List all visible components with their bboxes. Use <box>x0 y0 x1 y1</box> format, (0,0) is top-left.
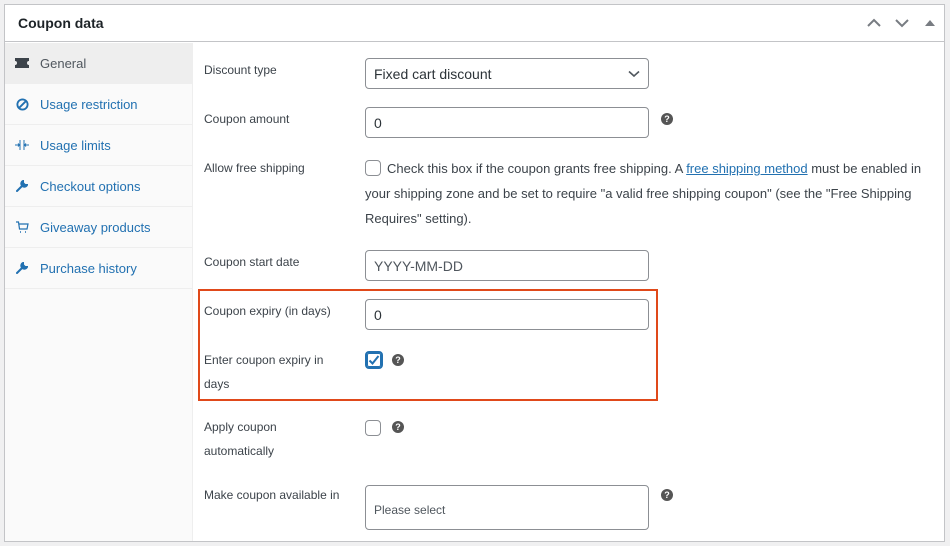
enter-expiry-days-label: Enter coupon expiry in days <box>204 353 324 391</box>
triangle-up-icon <box>925 20 935 26</box>
help-icon[interactable]: ? <box>661 113 673 125</box>
coupon-amount-value: 0 <box>374 114 382 131</box>
tab-label: Giveaway products <box>40 219 151 235</box>
available-in-select[interactable]: Please select <box>365 485 649 530</box>
expiry-days-value: 0 <box>374 306 382 323</box>
start-date-label: Coupon start date <box>204 255 300 269</box>
description-text: Check this box if the coupon grants free… <box>387 161 687 176</box>
chevron-down-icon <box>895 19 909 28</box>
panel-header: Coupon data <box>5 5 944 42</box>
tab-label: Purchase history <box>40 260 137 276</box>
cart-icon <box>14 219 30 235</box>
free-shipping-method-link[interactable]: free shipping method <box>686 161 807 176</box>
wrench-icon <box>14 178 30 194</box>
start-date-input[interactable]: YYYY-MM-DD <box>365 250 649 281</box>
tab-label: Usage limits <box>40 137 111 153</box>
expiry-days-label: Coupon expiry (in days) <box>204 304 331 318</box>
help-icon[interactable]: ? <box>392 421 404 433</box>
help-icon[interactable]: ? <box>392 354 404 366</box>
free-shipping-description: Check this box if the coupon grants free… <box>365 156 925 231</box>
ban-icon <box>14 96 30 112</box>
tab-usage-limits[interactable]: Usage limits <box>5 125 192 166</box>
apply-automatically-label: Apply coupon automatically <box>204 420 277 458</box>
limits-icon <box>14 137 30 153</box>
coupon-amount-label: Coupon amount <box>204 112 290 126</box>
move-down-button[interactable] <box>888 5 916 41</box>
coupon-amount-input[interactable]: 0 <box>365 107 649 138</box>
start-date-placeholder: YYYY-MM-DD <box>374 257 463 274</box>
coupon-tabs: General Usage restriction Usage limits C… <box>5 43 193 541</box>
tab-label: Checkout options <box>40 178 141 194</box>
tab-label: Usage restriction <box>40 96 138 112</box>
coupon-data-panel: Coupon data General Usage restriction Us… <box>4 4 945 542</box>
discount-type-label: Discount type <box>204 63 277 77</box>
chevron-down-icon <box>628 70 640 77</box>
panel-title: Coupon data <box>18 15 104 31</box>
general-panel: Discount type Fixed cart discount Coupon… <box>193 43 944 541</box>
toggle-panel-button[interactable] <box>916 5 944 41</box>
expiry-days-input[interactable]: 0 <box>365 299 649 330</box>
checkmark-icon <box>368 355 380 365</box>
tab-usage-restriction[interactable]: Usage restriction <box>5 84 192 125</box>
tab-label: General <box>40 55 87 71</box>
ticket-icon <box>14 55 30 71</box>
apply-automatically-checkbox[interactable] <box>365 420 381 436</box>
chevron-up-icon <box>867 18 881 27</box>
available-in-label: Make coupon available in <box>204 488 340 502</box>
move-up-button[interactable] <box>860 5 888 41</box>
free-shipping-label: Allow free shipping <box>204 161 305 175</box>
tab-purchase-history[interactable]: Purchase history <box>5 248 192 289</box>
tab-giveaway-products[interactable]: Giveaway products <box>5 207 192 248</box>
available-in-placeholder: Please select <box>374 503 446 517</box>
tab-general[interactable]: General <box>5 43 192 84</box>
discount-type-value: Fixed cart discount <box>374 65 492 82</box>
discount-type-select[interactable]: Fixed cart discount <box>365 58 649 89</box>
help-icon[interactable]: ? <box>661 489 673 501</box>
enter-expiry-days-checkbox[interactable] <box>365 351 383 369</box>
wrench-icon <box>14 260 30 276</box>
tab-checkout-options[interactable]: Checkout options <box>5 166 192 207</box>
